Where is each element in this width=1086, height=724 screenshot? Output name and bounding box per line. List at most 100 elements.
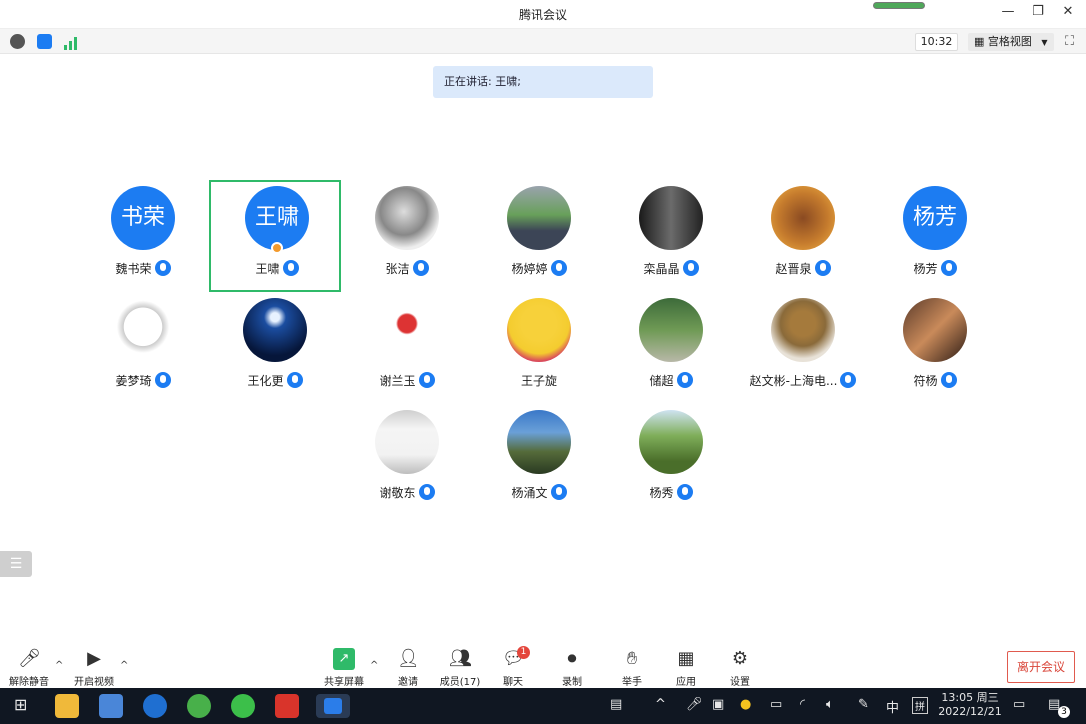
window-controls: — ❐ ✕ bbox=[1000, 4, 1076, 19]
gear-icon: ⚙︎ bbox=[731, 648, 749, 669]
settings-label: 设置 bbox=[730, 677, 750, 688]
participant-name: 王啸 bbox=[255, 262, 280, 276]
ime-mode[interactable]: 拼 bbox=[912, 697, 928, 714]
participant-tile-active-speaker[interactable]: 王啸 王啸 bbox=[209, 180, 341, 292]
participant-name: 王化更 bbox=[247, 374, 284, 388]
raise-hand-label: 举手 bbox=[622, 677, 642, 688]
leave-meeting-button[interactable]: 离开会议 bbox=[1007, 651, 1075, 683]
participant-tile[interactable]: 杨婷婷 bbox=[473, 182, 605, 294]
wechat-icon[interactable] bbox=[231, 694, 255, 718]
mic-icon bbox=[286, 372, 303, 388]
participant-tile[interactable]: 谢兰玉 bbox=[341, 294, 473, 406]
share-options-chevron-icon[interactable]: ^ bbox=[370, 660, 378, 671]
device-icon[interactable]: ▣ bbox=[712, 697, 724, 712]
control-bar: 🎤︎ 解除静音 ^ ▶︎ 开启视频 ^ ↗ 共享屏幕 ^ 👤︎ 邀请 👥︎ 成员… bbox=[0, 644, 1086, 688]
chevron-down-icon: ▼ bbox=[1041, 38, 1048, 47]
mic-icon bbox=[682, 260, 699, 276]
view-mode-selector[interactable]: ▦ 宫格视图 ▼ bbox=[968, 33, 1054, 51]
wps-icon[interactable] bbox=[275, 694, 299, 718]
pen-icon[interactable]: ✎ bbox=[858, 697, 869, 712]
participant-tile[interactable]: 书荣 魏书荣 bbox=[77, 182, 209, 294]
participant-tile[interactable]: 杨秀 bbox=[605, 406, 737, 518]
wifi-icon[interactable]: ◜ bbox=[800, 697, 805, 712]
shield-icon[interactable] bbox=[37, 34, 52, 49]
participant-name: 杨秀 bbox=[649, 486, 674, 500]
grid-icon: ▦ bbox=[974, 35, 985, 48]
edge-icon[interactable] bbox=[143, 694, 167, 718]
start-video-button[interactable]: ▶︎ 开启视频 bbox=[68, 648, 120, 688]
mic-icon bbox=[154, 372, 171, 388]
avatar: 杨芳 bbox=[903, 186, 967, 250]
message-icon[interactable]: ▭ bbox=[1013, 697, 1025, 712]
battery-icon[interactable]: ▭ bbox=[770, 697, 782, 712]
participant-tile[interactable]: 赵文彬-上海电... bbox=[737, 294, 869, 406]
invite-label: 邀请 bbox=[398, 677, 418, 688]
restore-icon[interactable]: ❐ bbox=[1030, 4, 1046, 19]
share-screen-icon: ↗ bbox=[333, 648, 355, 670]
settings-button[interactable]: ⚙︎ 设置 bbox=[714, 648, 766, 688]
participant-name: 魏书荣 bbox=[115, 262, 152, 276]
hand-icon: ✋︎ bbox=[626, 648, 638, 669]
mic-icon bbox=[840, 372, 857, 388]
browser-icon[interactable] bbox=[187, 694, 211, 718]
participant-name: 杨婷婷 bbox=[511, 262, 548, 276]
avatar bbox=[903, 298, 967, 362]
participant-tile[interactable]: 赵晋泉 bbox=[737, 182, 869, 294]
meeting-toolbar: 10:32 ▦ 宫格视图 ▼ ⛶ bbox=[0, 28, 1086, 54]
participant-tile[interactable]: 杨涌文 bbox=[473, 406, 605, 518]
close-icon[interactable]: ✕ bbox=[1060, 4, 1076, 19]
participant-name: 栾晶晶 bbox=[643, 262, 680, 276]
info-icon[interactable] bbox=[10, 34, 25, 49]
host-badge-icon bbox=[271, 242, 283, 254]
system-clock[interactable]: 13:05 周三 2022/12/21 bbox=[938, 691, 1002, 719]
participant-tile[interactable]: 杨芳 杨芳 bbox=[869, 182, 1001, 294]
participant-name: 符杨 bbox=[913, 374, 938, 388]
invite-button[interactable]: 👤︎ 邀请 bbox=[382, 648, 434, 688]
windows-start-icon[interactable]: ⊞ bbox=[14, 695, 27, 714]
participant-tile[interactable]: 栾晶晶 bbox=[605, 182, 737, 294]
tencent-meeting-taskbar-icon[interactable] bbox=[316, 694, 350, 718]
participant-tile[interactable]: 谢敬东 bbox=[341, 406, 473, 518]
participant-tile[interactable]: 王子旋 bbox=[473, 294, 605, 406]
add-user-icon: 👤︎ bbox=[397, 648, 420, 669]
mic-tray-icon[interactable]: 🎤︎ bbox=[686, 697, 703, 712]
participant-tile[interactable]: 符杨 bbox=[869, 294, 1001, 406]
volume-icon[interactable]: 🔈︎ bbox=[826, 697, 834, 712]
ime-language[interactable]: 中 bbox=[886, 697, 899, 716]
file-explorer-icon[interactable] bbox=[55, 694, 79, 718]
chat-button[interactable]: 💬︎ 1 聊天 bbox=[487, 646, 539, 688]
participant-tile[interactable]: 姜梦琦 bbox=[77, 294, 209, 406]
participant-tile[interactable]: 储超 bbox=[605, 294, 737, 406]
title-bar: 腾讯会议 — ❐ ✕ bbox=[0, 0, 1086, 28]
clock-time: 13:05 周三 bbox=[941, 691, 999, 704]
unmute-button[interactable]: 🎤︎ 解除静音 bbox=[3, 648, 55, 688]
unmute-label: 解除静音 bbox=[9, 677, 49, 688]
fullscreen-icon[interactable]: ⛶ bbox=[1065, 34, 1074, 49]
mic-icon bbox=[940, 372, 957, 388]
members-button[interactable]: 👥︎ 成员(17) bbox=[434, 648, 486, 688]
minimize-icon[interactable]: — bbox=[1000, 4, 1016, 19]
avatar bbox=[507, 186, 571, 250]
taskbar: ⊞ ▤ ^ 🎤︎ ▣ ● ▭ ◜ 🔈︎ ✎ 中 拼 13:05 周三 2022/… bbox=[0, 688, 1086, 724]
avatar bbox=[111, 298, 175, 362]
record-button[interactable]: ⏺ 录制 bbox=[546, 648, 598, 688]
chat-unread-badge: 1 bbox=[517, 646, 530, 659]
participant-name: 杨芳 bbox=[913, 262, 938, 276]
store-icon[interactable] bbox=[99, 694, 123, 718]
participant-tile[interactable]: 王化更 bbox=[209, 294, 341, 406]
security-tray-icon[interactable]: ● bbox=[740, 697, 751, 712]
news-icon[interactable]: ▤ bbox=[610, 697, 622, 712]
share-screen-label: 共享屏幕 bbox=[324, 677, 364, 688]
signal-icon[interactable] bbox=[64, 35, 78, 54]
share-screen-button[interactable]: ↗ 共享屏幕 bbox=[318, 648, 370, 688]
chevron-up-icon[interactable]: ^ bbox=[655, 697, 666, 712]
audio-options-chevron-icon[interactable]: ^ bbox=[55, 660, 63, 671]
mic-off-icon: 🎤︎ bbox=[18, 648, 41, 669]
raise-hand-button[interactable]: ✋︎ 举手 bbox=[606, 648, 658, 688]
apps-button[interactable]: ▦ 应用 bbox=[660, 648, 712, 688]
mic-icon bbox=[412, 260, 429, 276]
participant-name: 杨涌文 bbox=[511, 486, 548, 500]
video-options-chevron-icon[interactable]: ^ bbox=[120, 660, 128, 671]
participant-tile[interactable]: 张洁 bbox=[341, 182, 473, 294]
list-view-toggle[interactable]: ☰ bbox=[0, 551, 32, 577]
